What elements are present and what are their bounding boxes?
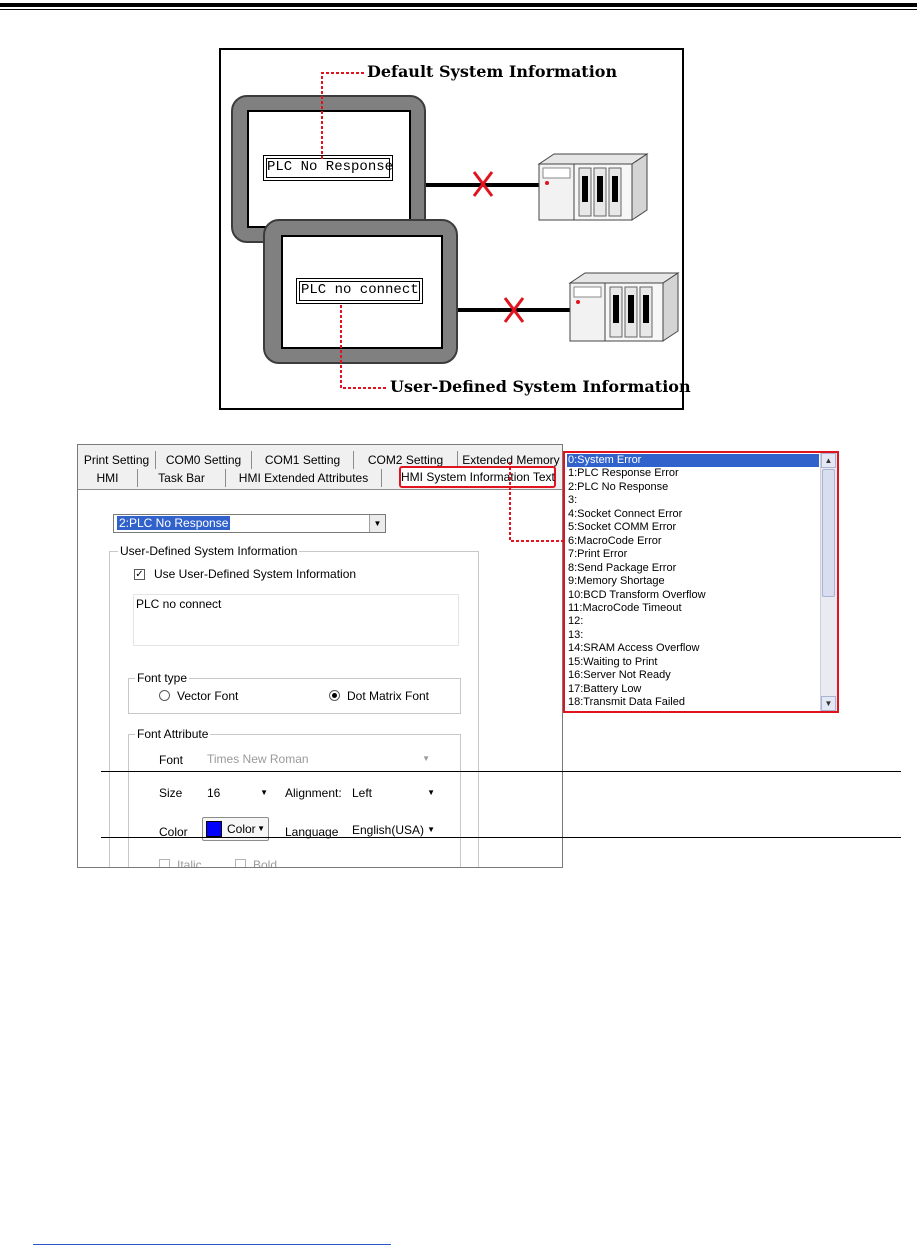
font-label: Font [159, 753, 184, 767]
use-user-defined-checkbox[interactable]: ✓ [134, 569, 145, 580]
note-rule-top [101, 771, 901, 772]
color-button-label: Color [227, 822, 256, 836]
list-item[interactable]: 3: [567, 494, 819, 507]
diagram-lines [321, 72, 680, 389]
list-scrollbar[interactable]: ▲ ▼ [820, 453, 837, 711]
color-swatch [206, 821, 222, 837]
list-item[interactable]: 12: [567, 615, 819, 628]
size-label: Size [159, 786, 183, 800]
system-message-select[interactable]: 2:PLC No Response ▼ [113, 514, 386, 533]
list-item[interactable]: 17:Battery Low [567, 683, 819, 696]
system-information-diagram: PLC No Response PLC no connect Default S… [219, 48, 691, 410]
user-info-label: User-Defined System Information [390, 377, 691, 396]
list-item[interactable]: 13: [567, 629, 819, 642]
vector-font-radio[interactable] [159, 690, 170, 701]
list-item[interactable]: 0:System Error [567, 454, 819, 468]
font-select[interactable]: Times New Roman ▼ [204, 750, 434, 768]
list-item[interactable]: 5:Socket COMM Error [567, 521, 819, 534]
use-user-defined-label: Use User-Defined System Information [154, 567, 357, 581]
chevron-down-icon[interactable]: ▼ [369, 515, 385, 532]
tab-task-bar[interactable]: Task Bar [138, 469, 226, 487]
chevron-down-icon: ▼ [422, 754, 430, 763]
list-item[interactable]: 6:MacroCode Error [567, 535, 819, 548]
list-item[interactable]: 7:Print Error [567, 548, 819, 561]
dot-matrix-font-label: Dot Matrix Font [347, 689, 430, 703]
vector-font-label: Vector Font [177, 689, 239, 703]
disconnect-x-icon [472, 171, 525, 323]
hmi-attributes-dialog: Print Setting COM0 Setting COM1 Setting … [77, 444, 563, 868]
system-message-select-value: 2:PLC No Response [117, 516, 231, 530]
chevron-down-icon: ▼ [257, 824, 265, 833]
scroll-up-icon[interactable]: ▲ [821, 453, 836, 468]
tab-hmi-extended-attributes[interactable]: HMI Extended Attributes [226, 469, 382, 487]
alignment-select[interactable]: Left ▼ [349, 784, 439, 802]
list-item[interactable]: 1:PLC Response Error [567, 467, 819, 480]
plc-icon [568, 272, 680, 342]
font-type-group: Font type Vector Font Dot Matrix Font [128, 671, 461, 714]
default-info-label: Default System Information [367, 62, 618, 81]
bold-checkbox[interactable] [235, 859, 246, 867]
size-select[interactable]: 16 ▼ [204, 784, 272, 802]
user-defined-group: User-Defined System Information ✓ Use Us… [109, 544, 479, 868]
list-item[interactable]: 10:BCD Transform Overflow [567, 589, 819, 602]
size-select-value: 16 [207, 786, 221, 800]
note-rule-bottom [101, 837, 901, 838]
font-attribute-title: Font Attribute [135, 727, 211, 741]
list-item[interactable]: 4:Socket Connect Error [567, 508, 819, 521]
font-attribute-group: Font Attribute Font Times New Roman ▼ Si… [128, 727, 461, 868]
list-item[interactable]: 9:Memory Shortage [567, 575, 819, 588]
tab-com1-setting[interactable]: COM1 Setting [252, 451, 354, 469]
system-message-list[interactable]: 0:System Error 1:PLC Response Error 2:PLC … [563, 451, 839, 713]
plc-icon [537, 153, 649, 221]
italic-label: Italic [177, 858, 202, 868]
user-defined-group-title: User-Defined System Information [118, 544, 300, 558]
bold-label: Bold [253, 858, 278, 868]
font-type-title: Font type [135, 671, 190, 685]
header-rule-thick [0, 3, 917, 7]
alignment-label: Alignment: [285, 786, 342, 800]
custom-text-area[interactable]: PLC no connect [133, 594, 459, 646]
font-select-value: Times New Roman [207, 752, 309, 766]
italic-checkbox[interactable] [159, 859, 170, 867]
list-item[interactable]: 18:Transmit Data Failed [567, 696, 819, 709]
list-item[interactable]: 16:Server Not Ready [567, 669, 819, 682]
list-item[interactable]: 15:Waiting to Print [567, 656, 819, 669]
dot-matrix-font-radio[interactable] [329, 690, 340, 701]
tab-list-connector [509, 462, 563, 542]
list-item[interactable]: 2:PLC No Response [567, 481, 819, 494]
chevron-down-icon: ▼ [427, 788, 435, 797]
scroll-down-icon[interactable]: ▼ [821, 696, 836, 711]
scroll-thumb[interactable] [822, 469, 835, 597]
list-item[interactable]: 14:SRAM Access Overflow [567, 642, 819, 655]
tab-com0-setting[interactable]: COM0 Setting [156, 451, 252, 469]
chevron-down-icon: ▼ [260, 788, 268, 797]
custom-text-value: PLC no connect [136, 597, 222, 611]
list-item[interactable]: 11:MacroCode Timeout [567, 602, 819, 615]
tab-print-setting[interactable]: Print Setting [78, 451, 156, 469]
header-rule-thin [0, 9, 917, 10]
dialog-body: 2:PLC No Response ▼ User-Defined System … [78, 489, 562, 868]
footer-link-rule [33, 1244, 391, 1245]
language-select-value: English(USA) [352, 823, 425, 837]
tab-hmi[interactable]: HMI [78, 469, 138, 487]
list-item[interactable]: 8:Send Package Error [567, 562, 819, 575]
alignment-select-value: Left [352, 786, 373, 800]
